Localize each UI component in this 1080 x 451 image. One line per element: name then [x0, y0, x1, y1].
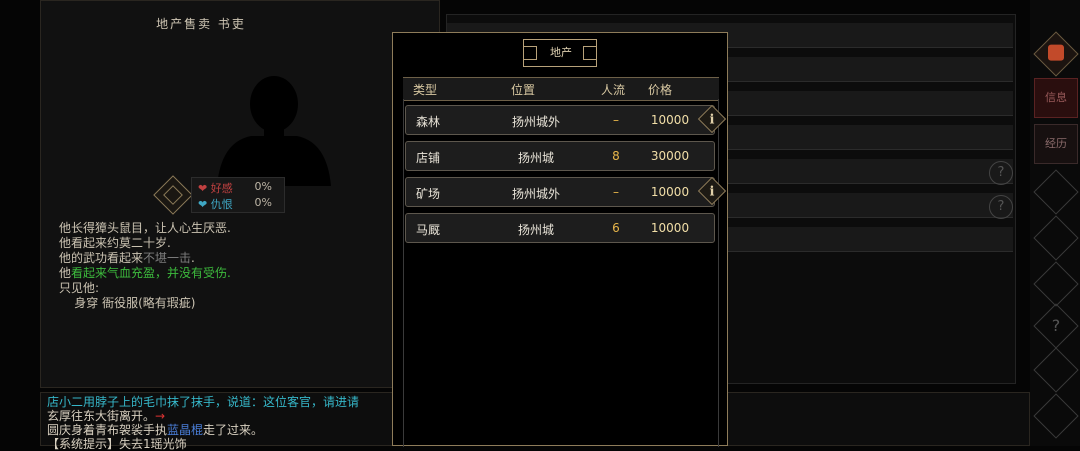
desc-line: 只见他:: [59, 281, 100, 295]
desc-line: 身穿 衙役服(略有瑕疵): [59, 296, 196, 310]
character-panel: 地产售卖 书吏 ❤ 好感 0% ❤ 仇恨 0% 他长得獐头鼠目，让人心生厌恶. …: [40, 0, 440, 388]
ornament-icon: [523, 46, 537, 60]
tab-history[interactable]: 经历: [1034, 124, 1078, 164]
help-icon[interactable]: ?: [989, 195, 1013, 219]
heart-icon: ❤: [198, 198, 208, 211]
ornament-icon: [583, 46, 597, 60]
dialog-header: 地产: [523, 39, 597, 67]
cell-price: 10000: [650, 113, 690, 127]
hatred-value: 0%: [254, 196, 272, 209]
real-estate-dialog: 地产 类型 位置 人流 价格 森林 扬州城外 – 10000 i 店铺 扬州城 …: [392, 32, 728, 447]
help-icon[interactable]: ?: [989, 161, 1013, 185]
favor-value: 0%: [254, 180, 272, 193]
desc-line: 他的武功看起来不堪一击.: [59, 251, 195, 265]
character-title: 地产售卖 书吏: [156, 17, 246, 31]
desc-line: 他看起来约莫二十岁.: [59, 236, 171, 250]
table-row[interactable]: 森林 扬州城外 – 10000 i: [405, 104, 727, 135]
cell-flow: –: [613, 185, 619, 199]
cell-location: 扬州城外: [511, 115, 560, 129]
cell-flow: 6: [612, 221, 620, 235]
cell-type: 店铺: [416, 151, 441, 165]
character-description: 他长得獐头鼠目，让人心生厌恶. 他看起来约莫二十岁. 他的武功看起来不堪一击. …: [59, 221, 419, 311]
info-icon[interactable]: i: [697, 176, 727, 206]
column-price: 价格: [647, 83, 672, 97]
cell-location: 扬州城: [517, 223, 554, 237]
log-line: 【系统提示】失去1瑶光饰: [47, 437, 187, 451]
cell-type: 矿场: [416, 187, 441, 201]
favor-row: ❤ 好感 0%: [198, 180, 282, 195]
table-row[interactable]: 矿场 扬州城外 – 10000 i: [405, 176, 727, 207]
heart-icon: ❤: [198, 182, 208, 195]
hatred-row: ❤ 仇恨 0%: [198, 196, 282, 211]
character-portrait: [217, 76, 331, 186]
dialog-title: 地产: [550, 46, 572, 59]
desc-line: 他看起来气血充盈，并没有受伤.: [59, 266, 231, 280]
cell-type: 森林: [416, 115, 441, 129]
cell-location: 扬州城: [517, 151, 554, 165]
desc-line: 他长得獐头鼠目，让人心生厌恶.: [59, 221, 231, 235]
favor-label: 好感: [210, 182, 233, 195]
cell-flow: 8: [612, 149, 620, 163]
faction-emblem-icon[interactable]: [153, 175, 193, 215]
relation-box: ❤ 好感 0% ❤ 仇恨 0%: [191, 177, 285, 213]
log-line: 玄厚往东大街离开。→: [47, 409, 166, 423]
cell-price: 30000: [650, 149, 690, 163]
column-type: 类型: [413, 83, 438, 97]
cell-price: 10000: [650, 185, 690, 199]
log-line: 圆庆身着青布袈裟手执蓝晶棍走了过来。: [47, 423, 264, 437]
cell-location: 扬州城外: [511, 187, 560, 201]
cell-type: 马厩: [416, 223, 441, 237]
cell-flow: –: [613, 113, 619, 127]
hatred-label: 仇恨: [210, 198, 233, 211]
table-header: 类型 位置 人流 价格: [403, 77, 719, 101]
tab-info[interactable]: 信息: [1034, 78, 1078, 118]
info-icon[interactable]: i: [697, 104, 727, 134]
cell-price: 10000: [650, 221, 690, 235]
log-line: 店小二用脖子上的毛巾抹了抹手，说道：这位客官，请进请: [47, 395, 360, 409]
table-row[interactable]: 店铺 扬州城 8 30000: [405, 141, 715, 171]
column-flow: 人流: [600, 83, 625, 97]
table-row[interactable]: 马厩 扬州城 6 10000: [405, 213, 715, 243]
column-location: 位置: [510, 83, 535, 97]
